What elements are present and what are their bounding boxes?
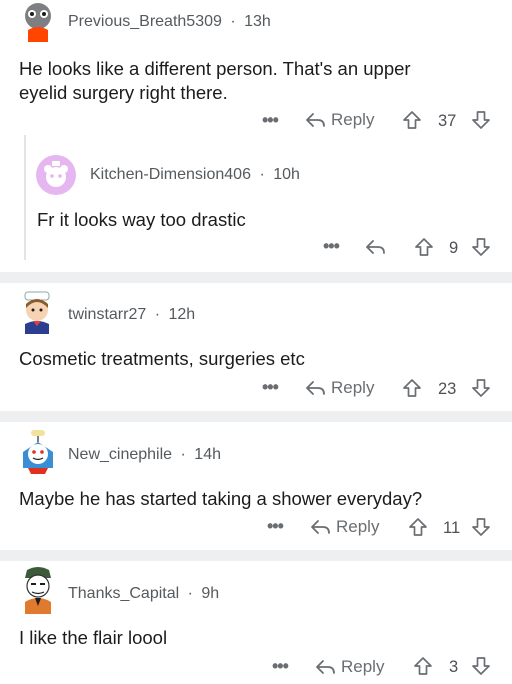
thread-line[interactable] <box>24 135 26 260</box>
timestamp: 10h <box>273 166 300 183</box>
more-dots-icon[interactable]: ••• <box>323 236 340 257</box>
downvote-arrow-icon[interactable] <box>471 517 491 537</box>
comment-line: Cosmetic treatments, surgeries etc <box>19 348 305 369</box>
vote-count: 23 <box>438 380 457 398</box>
comment-header: Thanks_Capital · 9h <box>68 585 219 603</box>
upvote-arrow-icon[interactable] <box>402 110 422 130</box>
timestamp: 9h <box>201 585 220 602</box>
username[interactable]: New_cinephile <box>68 446 172 463</box>
comment-line: Maybe he has started taking a shower eve… <box>19 488 423 509</box>
comment-header: twinstarr27 · 12h <box>68 306 195 324</box>
comment-separator <box>0 411 512 422</box>
timestamp: 14h <box>194 446 221 463</box>
avatar[interactable] <box>20 2 56 42</box>
reply-button[interactable]: Reply <box>314 657 384 677</box>
comment-body: He looks like a different person. That's… <box>19 57 411 105</box>
more-dots-icon[interactable]: ••• <box>272 656 289 677</box>
avatar[interactable] <box>17 566 59 614</box>
reply-button[interactable]: Reply <box>304 378 374 398</box>
dot-separator: · <box>230 13 236 30</box>
reply-label: Reply <box>331 378 375 397</box>
more-dots-icon[interactable]: ••• <box>267 516 284 537</box>
upvote-arrow-icon[interactable] <box>413 656 433 676</box>
upvote-arrow-icon[interactable] <box>414 237 434 257</box>
dot-separator: · <box>180 446 186 463</box>
reply-button[interactable]: Reply <box>309 517 379 537</box>
comment-body: Maybe he has started taking a shower eve… <box>19 487 422 511</box>
upvote-arrow-icon[interactable] <box>408 517 428 537</box>
vote-count: 9 <box>449 239 459 257</box>
reply-arrow-icon <box>314 658 336 676</box>
reply-arrow-icon <box>304 379 326 397</box>
downvote-arrow-icon[interactable] <box>471 656 491 676</box>
comment-separator <box>0 272 512 283</box>
downvote-arrow-icon[interactable] <box>471 237 491 257</box>
comment-line: Fr it looks way too drastic <box>37 209 246 230</box>
timestamp: 13h <box>244 13 271 30</box>
comment-line: I like the flair loool <box>19 627 168 648</box>
avatar[interactable] <box>17 428 59 474</box>
reply-button[interactable]: Reply <box>304 110 374 130</box>
downvote-arrow-icon[interactable] <box>471 110 491 130</box>
comment-body: Fr it looks way too drastic <box>37 208 246 232</box>
comment-header: Kitchen-Dimension406 · 10h <box>90 166 300 184</box>
dot-separator: · <box>154 306 161 323</box>
username[interactable]: Thanks_Capital <box>68 585 179 602</box>
comment-line: He looks like a different person. That's… <box>19 58 411 79</box>
vote-count: 37 <box>438 112 457 130</box>
username[interactable]: Previous_Breath5309 <box>68 13 222 30</box>
vote-count: 11 <box>443 519 461 537</box>
reply-label: Reply <box>336 517 380 536</box>
comment-header: Previous_Breath5309 · 13h <box>68 13 271 31</box>
upvote-arrow-icon[interactable] <box>402 378 422 398</box>
username[interactable]: Kitchen-Dimension406 <box>90 166 251 183</box>
comment-body: I like the flair loool <box>19 626 167 650</box>
comment-header: New_cinephile · 14h <box>68 446 221 464</box>
reply-arrow-icon[interactable] <box>364 238 386 256</box>
more-dots-icon[interactable]: ••• <box>262 110 279 131</box>
comment-body: Cosmetic treatments, surgeries etc <box>19 347 305 371</box>
avatar[interactable] <box>17 290 57 334</box>
reply-label: Reply <box>331 110 375 129</box>
more-dots-icon[interactable]: ••• <box>262 377 279 398</box>
reply-arrow-icon <box>304 111 326 129</box>
reply-label: Reply <box>341 657 385 676</box>
avatar[interactable] <box>36 155 76 195</box>
vote-count: 3 <box>449 658 459 676</box>
comment-separator <box>0 550 512 561</box>
dot-separator: · <box>259 166 265 183</box>
username[interactable]: twinstarr27 <box>68 306 146 323</box>
dot-separator: · <box>187 585 193 602</box>
downvote-arrow-icon[interactable] <box>471 378 491 398</box>
reply-arrow-icon <box>309 518 331 536</box>
timestamp: 12h <box>168 306 196 323</box>
comment-line: eyelid surgery right there. <box>19 82 228 103</box>
